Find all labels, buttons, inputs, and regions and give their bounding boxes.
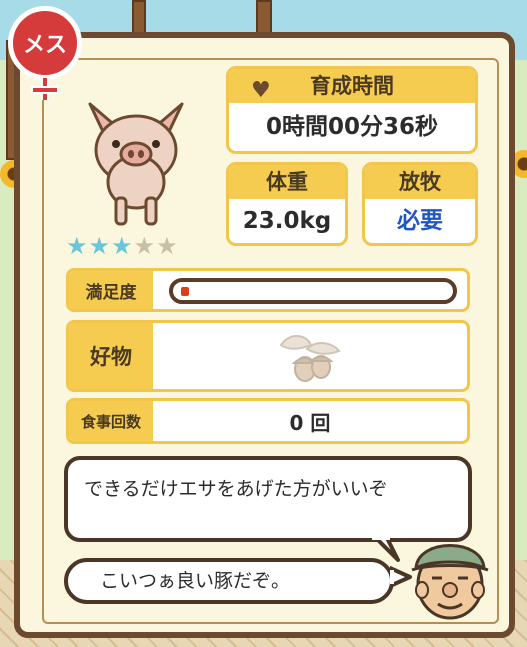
favorite-food-row: 好物 — [66, 320, 470, 392]
meal-count-row: 食事回数 0 回 — [66, 398, 470, 444]
comment-speech-bubble: こいつぁ良い豚だぞ。 — [64, 558, 394, 604]
rating-stars: ★ ★ ★ ★ ★ — [66, 234, 178, 258]
farmer-icon[interactable] — [408, 528, 492, 624]
acorn-icon — [279, 335, 341, 382]
meal-count-label: 食事回数 — [69, 401, 153, 441]
female-icon: メス — [8, 6, 82, 80]
gender-label: メス — [22, 33, 67, 58]
hint-text: できるだけエサをあげた方がいいぞ — [84, 478, 388, 500]
growth-time-box: ♥ 育成時間 0時間00分36秒 — [226, 66, 478, 154]
rating-star-filled: ★ — [111, 232, 133, 260]
growth-time-value: 0時間00分36秒 — [265, 114, 439, 140]
growth-time-header: ♥ 育成時間 — [229, 69, 475, 103]
weight-label: 体重 — [229, 165, 345, 199]
gender-symbol-bar — [31, 86, 59, 94]
growth-time-label: 育成時間 — [310, 74, 394, 98]
gender-badge: メス — [4, 4, 88, 102]
weight-box: 体重 23.0kg — [226, 162, 348, 246]
grazing-value: 必要 — [397, 208, 443, 234]
pig-icon[interactable] — [78, 90, 194, 230]
satisfaction-label: 満足度 — [69, 271, 153, 309]
rating-star-empty: ★ — [156, 232, 178, 260]
satisfaction-row: 満足度 — [66, 268, 470, 312]
meal-count-value: 0 回 — [289, 410, 331, 435]
grazing-box[interactable]: 放牧 必要 — [362, 162, 478, 246]
fence-post — [132, 0, 146, 36]
favorite-food-label: 好物 — [69, 323, 153, 389]
heart-icon: ♥ — [251, 78, 271, 103]
satisfaction-gauge-fill — [181, 287, 189, 296]
grazing-label: 放牧 — [365, 165, 475, 199]
satisfaction-gauge — [169, 278, 457, 304]
comment-text: こいつぁ良い豚だぞ。 — [100, 570, 291, 592]
rating-star-filled: ★ — [66, 232, 88, 260]
rating-star-filled: ★ — [88, 232, 111, 260]
weight-value: 23.0kg — [242, 208, 332, 234]
rating-star-empty: ★ — [133, 232, 156, 260]
